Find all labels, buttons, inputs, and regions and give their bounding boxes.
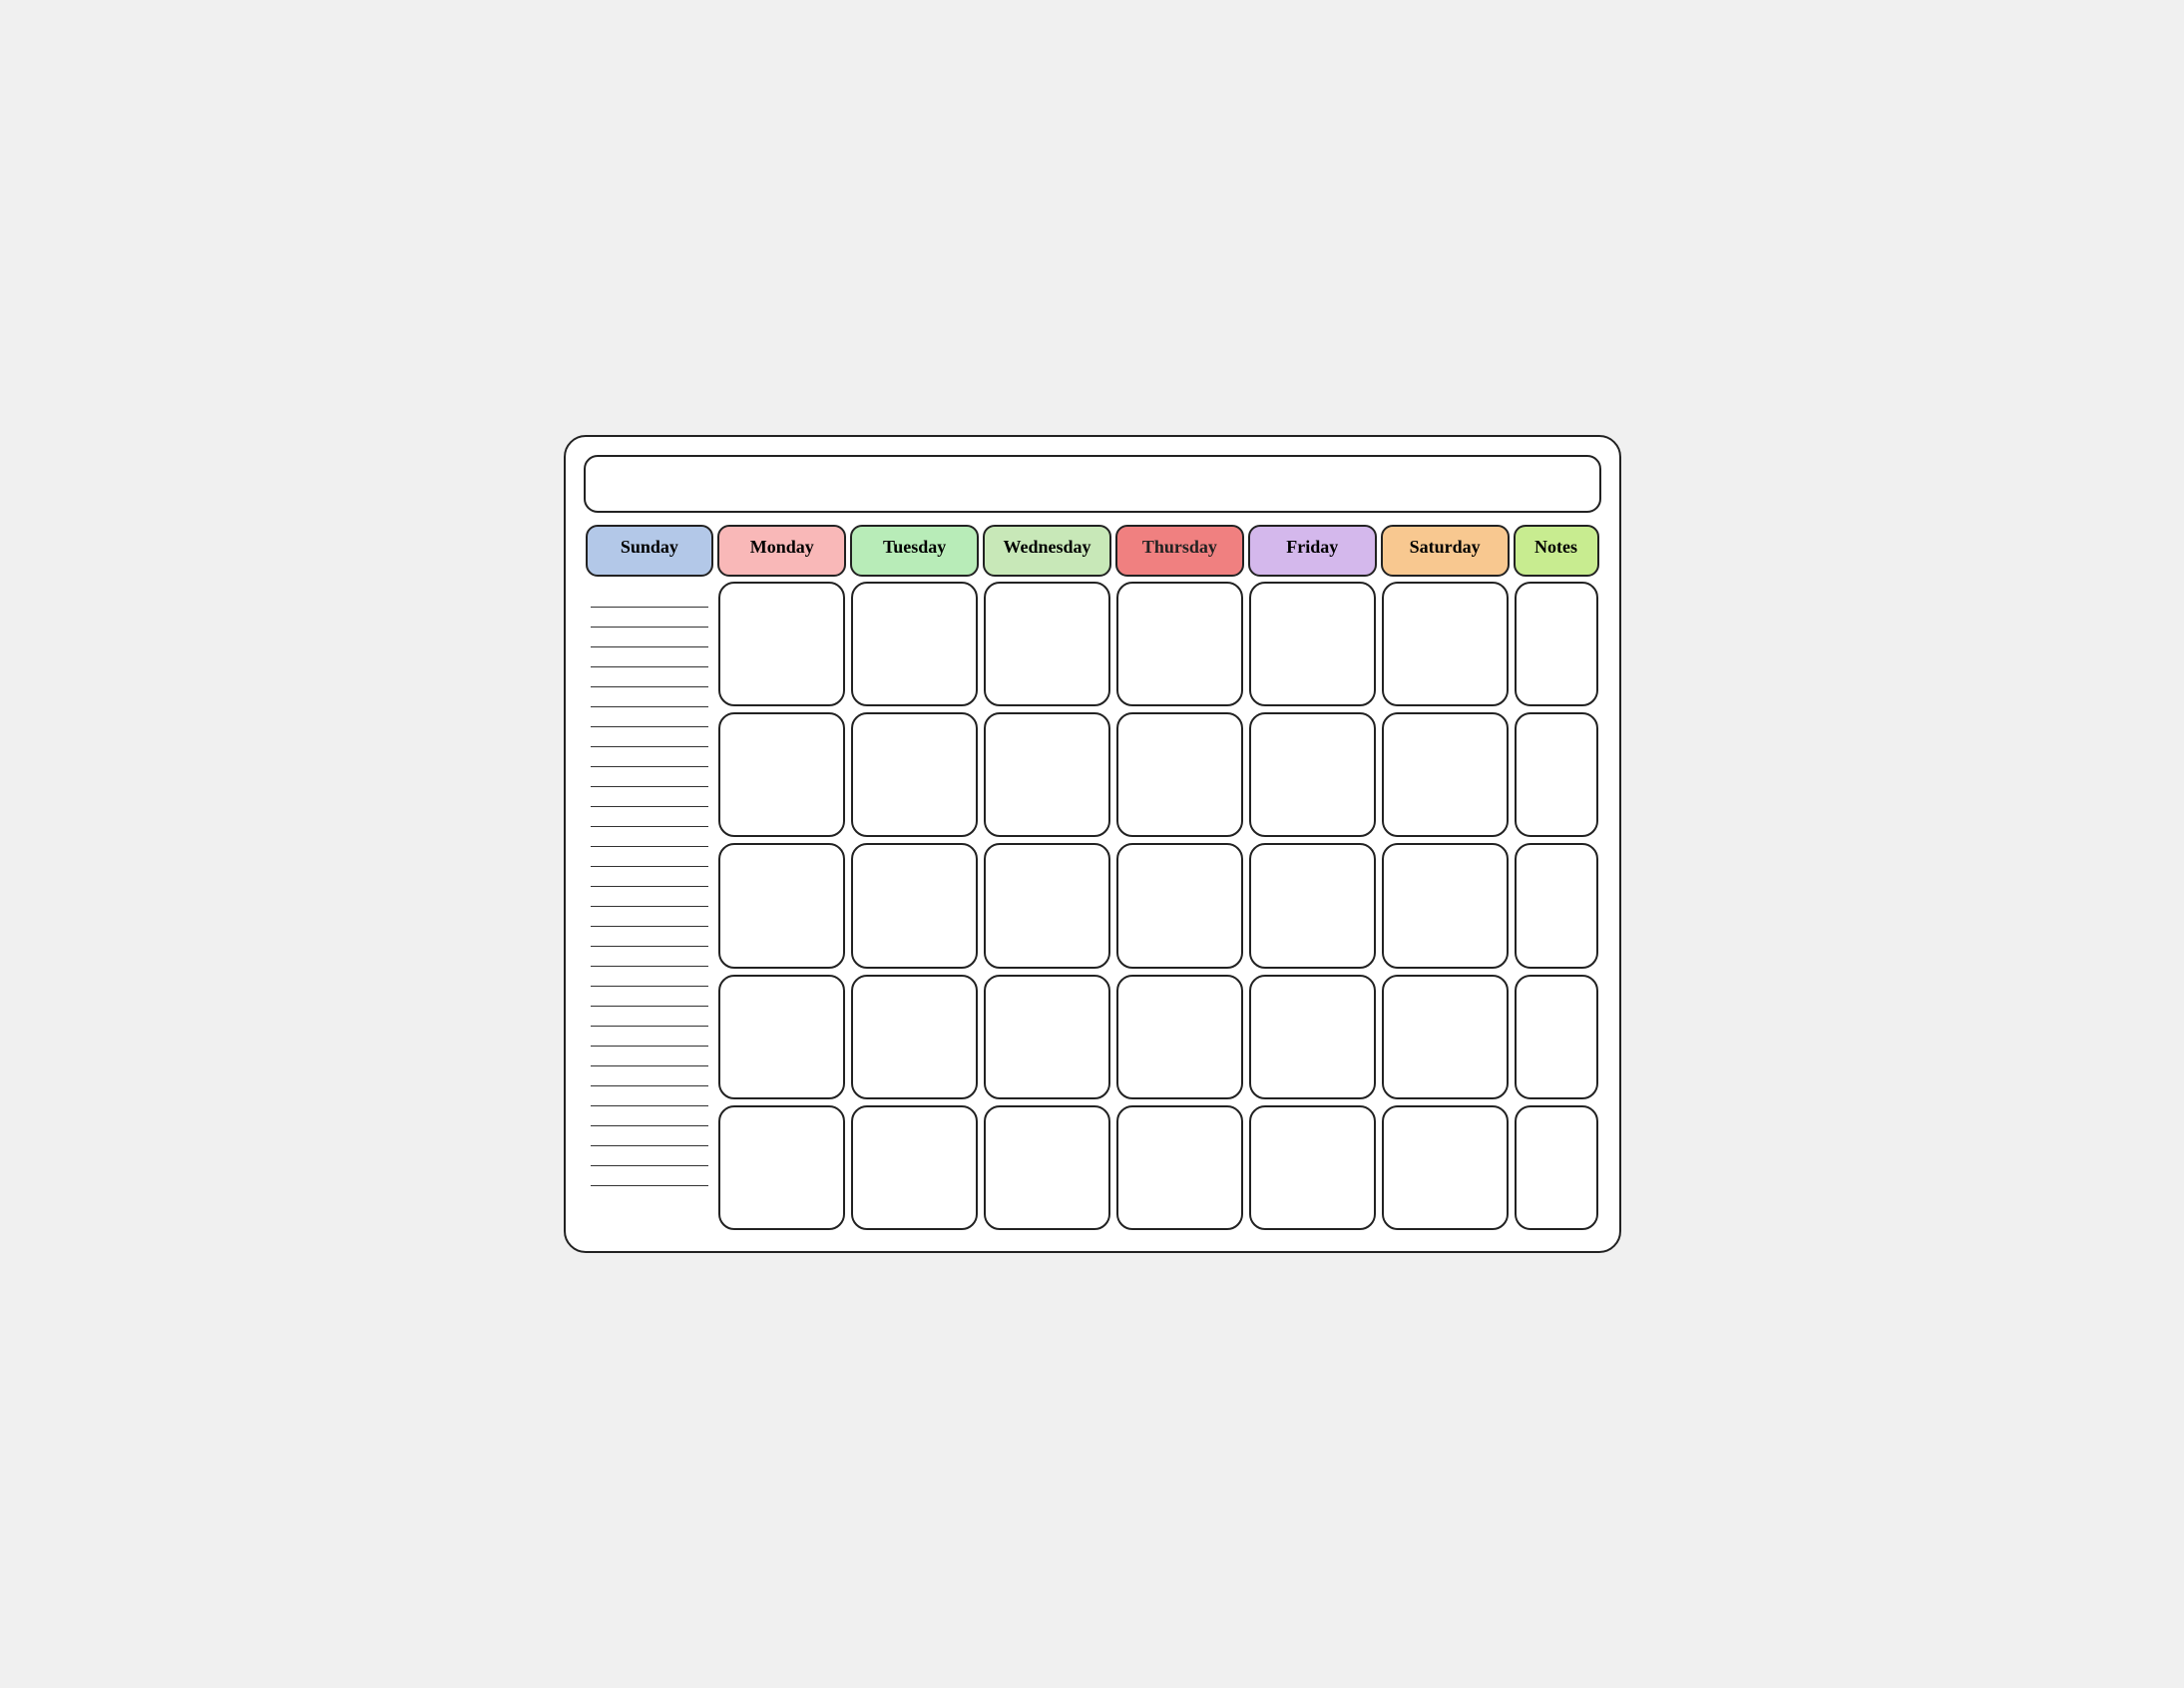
notes-line[interactable] bbox=[591, 1128, 709, 1146]
notes-line[interactable] bbox=[591, 689, 709, 707]
notes-line[interactable] bbox=[591, 1168, 709, 1186]
cell-row4-sat[interactable] bbox=[1515, 975, 1598, 1099]
cell-row3-fri[interactable] bbox=[1382, 843, 1509, 968]
header-wednesday: Wednesday bbox=[983, 525, 1111, 577]
cell-row5-tue[interactable] bbox=[984, 1105, 1110, 1230]
cell-row2-sun[interactable] bbox=[718, 712, 845, 837]
cell-row5-thu[interactable] bbox=[1249, 1105, 1376, 1230]
notes-column[interactable] bbox=[587, 582, 713, 1230]
cell-row5-mon[interactable] bbox=[851, 1105, 978, 1230]
notes-line[interactable] bbox=[591, 729, 709, 747]
cell-row5-sun[interactable] bbox=[718, 1105, 845, 1230]
cell-row2-tue[interactable] bbox=[984, 712, 1110, 837]
cell-row2-thu[interactable] bbox=[1249, 712, 1376, 837]
header-notes: Notes bbox=[1514, 525, 1599, 577]
cell-row4-mon[interactable] bbox=[851, 975, 978, 1099]
notes-line[interactable] bbox=[591, 649, 709, 667]
cell-row4-sun[interactable] bbox=[718, 975, 845, 1099]
header-sunday: Sunday bbox=[586, 525, 714, 577]
notes-line[interactable] bbox=[591, 929, 709, 947]
cell-row5-fri[interactable] bbox=[1382, 1105, 1509, 1230]
cell-row1-fri[interactable] bbox=[1382, 582, 1509, 706]
notes-line[interactable] bbox=[591, 849, 709, 867]
notes-line[interactable] bbox=[591, 989, 709, 1007]
notes-line[interactable] bbox=[591, 590, 709, 608]
cell-row4-wed[interactable] bbox=[1116, 975, 1243, 1099]
cell-row4-tue[interactable] bbox=[984, 975, 1110, 1099]
cell-row2-mon[interactable] bbox=[851, 712, 978, 837]
header-monday: Monday bbox=[717, 525, 846, 577]
header-friday: Friday bbox=[1248, 525, 1377, 577]
notes-line[interactable] bbox=[591, 809, 709, 827]
header-saturday: Saturday bbox=[1381, 525, 1510, 577]
notes-line[interactable] bbox=[591, 789, 709, 807]
cell-row2-fri[interactable] bbox=[1382, 712, 1509, 837]
cell-row3-tue[interactable] bbox=[984, 843, 1110, 968]
cell-row3-sat[interactable] bbox=[1515, 843, 1598, 968]
notes-line[interactable] bbox=[591, 610, 709, 628]
notes-line[interactable] bbox=[591, 969, 709, 987]
notes-line[interactable] bbox=[591, 1088, 709, 1106]
cell-row1-sun[interactable] bbox=[718, 582, 845, 706]
header-tuesday: Tuesday bbox=[850, 525, 979, 577]
notes-line[interactable] bbox=[591, 769, 709, 787]
calendar-grid: Sunday Monday Tuesday Wednesday Thursday… bbox=[584, 523, 1601, 1233]
cell-row2-sat[interactable] bbox=[1515, 712, 1598, 837]
notes-line[interactable] bbox=[591, 889, 709, 907]
notes-line[interactable] bbox=[591, 869, 709, 887]
cell-row2-wed[interactable] bbox=[1116, 712, 1243, 837]
notes-line[interactable] bbox=[591, 630, 709, 647]
header-thursday: Thursday bbox=[1115, 525, 1244, 577]
cell-row1-wed[interactable] bbox=[1116, 582, 1243, 706]
notes-line[interactable] bbox=[591, 709, 709, 727]
cell-row3-wed[interactable] bbox=[1116, 843, 1243, 968]
notes-line[interactable] bbox=[591, 749, 709, 767]
notes-line[interactable] bbox=[591, 669, 709, 687]
cell-row1-sat[interactable] bbox=[1515, 582, 1598, 706]
notes-line[interactable] bbox=[591, 949, 709, 967]
cell-row3-sun[interactable] bbox=[718, 843, 845, 968]
notes-line[interactable] bbox=[591, 1009, 709, 1027]
cell-row4-thu[interactable] bbox=[1249, 975, 1376, 1099]
cell-row4-fri[interactable] bbox=[1382, 975, 1509, 1099]
calendar-container: Sunday Monday Tuesday Wednesday Thursday… bbox=[564, 435, 1621, 1253]
notes-line[interactable] bbox=[591, 909, 709, 927]
cell-row5-sat[interactable] bbox=[1515, 1105, 1598, 1230]
cell-row3-mon[interactable] bbox=[851, 843, 978, 968]
notes-line[interactable] bbox=[591, 1108, 709, 1126]
notes-line[interactable] bbox=[591, 1148, 709, 1166]
notes-line[interactable] bbox=[591, 829, 709, 847]
notes-line[interactable] bbox=[591, 1029, 709, 1047]
cell-row5-wed[interactable] bbox=[1116, 1105, 1243, 1230]
cell-row1-tue[interactable] bbox=[984, 582, 1110, 706]
cell-row3-thu[interactable] bbox=[1249, 843, 1376, 968]
cell-row1-thu[interactable] bbox=[1249, 582, 1376, 706]
cell-row1-mon[interactable] bbox=[851, 582, 978, 706]
notes-line[interactable] bbox=[591, 1049, 709, 1066]
title-bar[interactable] bbox=[584, 455, 1601, 513]
notes-line[interactable] bbox=[591, 1068, 709, 1086]
